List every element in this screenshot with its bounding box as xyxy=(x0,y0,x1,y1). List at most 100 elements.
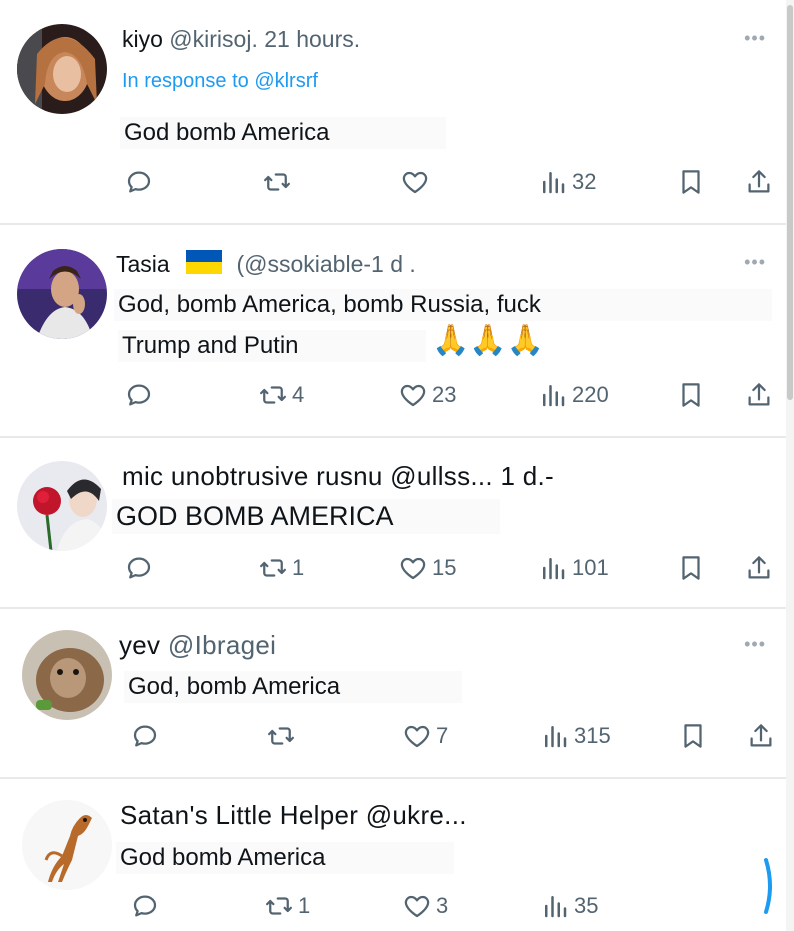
bookmark-button[interactable] xyxy=(676,166,706,198)
views-button[interactable]: 101 xyxy=(538,552,609,584)
like-button[interactable]: 23 xyxy=(398,379,456,411)
display-name[interactable]: Tasia xyxy=(116,251,170,277)
bookmark-button[interactable] xyxy=(676,379,706,411)
retweet-button[interactable]: 1 xyxy=(264,890,310,922)
share-icon xyxy=(748,556,770,579)
ukraine-flag-icon xyxy=(186,250,223,274)
retweet-count: 1 xyxy=(298,893,311,918)
display-name[interactable]: mic unobtrusive rusnu xyxy=(122,461,383,491)
more-options-icon[interactable]: ••• xyxy=(744,252,766,273)
like-button[interactable] xyxy=(400,166,434,198)
reply-button[interactable] xyxy=(124,379,158,411)
views-button[interactable]: 220 xyxy=(538,379,609,411)
retweet-icon xyxy=(266,897,292,915)
views-count: 220 xyxy=(572,382,609,407)
views-button[interactable]: 315 xyxy=(540,720,611,752)
reply-button[interactable] xyxy=(124,552,158,584)
bookmark-icon xyxy=(682,170,700,194)
like-button[interactable]: 3 xyxy=(402,890,448,922)
divider xyxy=(0,607,786,609)
user-handle[interactable]: @Ibragei xyxy=(168,630,276,660)
reply-icon xyxy=(127,171,151,193)
reply-button[interactable] xyxy=(130,890,164,922)
more-options-icon[interactable]: ••• xyxy=(744,28,766,49)
tweet-1[interactable]: kiyo @kirisoj. 21 hours. ••• In response… xyxy=(0,0,786,225)
retweet-button[interactable]: 1 xyxy=(258,552,304,584)
like-icon xyxy=(400,384,426,407)
user-handle[interactable]: @kirisoj xyxy=(169,26,251,52)
tweet-2[interactable]: Tasia (@ssokiable-1 d . ••• God, bomb Am… xyxy=(0,226,786,436)
like-icon xyxy=(400,557,426,580)
tweet-text: GOD BOMB AMERICA xyxy=(112,499,500,534)
scroll-indicator-icon[interactable] xyxy=(762,856,776,916)
pray-emoji: 🙏🙏🙏 xyxy=(432,324,545,357)
retweet-icon xyxy=(260,386,286,404)
more-options-icon[interactable]: ••• xyxy=(744,634,766,655)
retweet-button[interactable]: 4 xyxy=(258,379,304,411)
tweet-3[interactable]: mic unobtrusive rusnu @ullss... 1 d.- GO… xyxy=(0,439,786,607)
share-button[interactable] xyxy=(744,552,774,584)
avatar[interactable] xyxy=(17,24,107,114)
views-count: 315 xyxy=(574,723,611,748)
tweet-text-line2: Trump and Putin xyxy=(118,330,426,362)
bookmark-icon xyxy=(682,383,700,407)
timestamp[interactable]: . 21 hours. xyxy=(251,26,360,52)
retweet-count: 4 xyxy=(292,382,305,407)
retweet-icon xyxy=(264,173,290,191)
avatar[interactable] xyxy=(17,249,107,339)
bookmark-icon xyxy=(682,556,700,580)
avatar[interactable] xyxy=(22,800,112,890)
bookmark-button[interactable] xyxy=(676,552,706,584)
views-icon xyxy=(543,385,565,407)
share-icon xyxy=(748,383,770,406)
like-count: 7 xyxy=(436,723,449,748)
tweet-4[interactable]: yev @Ibragei ••• God, bomb America 7 315 xyxy=(0,610,786,778)
avatar[interactable] xyxy=(22,630,112,720)
like-button[interactable]: 15 xyxy=(398,552,456,584)
divider xyxy=(0,223,786,225)
tweet-header: kiyo @kirisoj. 21 hours. xyxy=(122,26,360,53)
like-icon xyxy=(404,725,430,748)
reply-context: In response to @klrsrf xyxy=(122,70,318,93)
reply-button[interactable] xyxy=(130,720,164,752)
like-count: 23 xyxy=(432,382,457,407)
bookmark-button[interactable] xyxy=(678,720,708,752)
scroll-thumb[interactable] xyxy=(787,5,793,400)
views-button[interactable]: 32 xyxy=(538,166,596,198)
reply-icon xyxy=(133,895,157,917)
retweet-icon xyxy=(260,559,286,577)
retweet-button[interactable] xyxy=(262,166,296,198)
display-name[interactable]: yev xyxy=(119,630,160,660)
display-name[interactable]: kiyo xyxy=(122,26,163,52)
reply-to-label: In response to xyxy=(122,70,249,92)
tweet-text-line1: God, bomb America, bomb Russia, fuck xyxy=(114,289,772,321)
scrollbar[interactable] xyxy=(786,0,794,931)
tweet-text: God bomb America xyxy=(120,117,446,149)
like-button[interactable]: 7 xyxy=(402,720,448,752)
like-count: 15 xyxy=(432,555,457,580)
share-button[interactable] xyxy=(746,720,776,752)
reply-to-handle[interactable]: @klrsrf xyxy=(254,70,318,92)
user-handle[interactable]: @ullss... 1 d.- xyxy=(390,461,554,491)
share-button[interactable] xyxy=(744,379,774,411)
views-icon xyxy=(543,558,565,580)
views-count: 35 xyxy=(574,893,599,918)
views-button[interactable]: 35 xyxy=(540,890,598,922)
avatar[interactable] xyxy=(17,461,107,551)
user-handle[interactable]: (@ssokiable-1 d . xyxy=(236,251,415,277)
like-icon xyxy=(404,895,430,918)
like-count: 3 xyxy=(436,893,449,918)
reply-icon xyxy=(127,384,151,406)
share-icon xyxy=(750,724,772,747)
retweet-button[interactable] xyxy=(266,720,300,752)
display-name[interactable]: Satan's Little Helper xyxy=(120,800,358,830)
tweet-5[interactable]: Satan's Little Helper @ukre... God bomb … xyxy=(0,780,786,931)
share-button[interactable] xyxy=(744,166,774,198)
tweet-header: yev @Ibragei xyxy=(119,630,276,661)
user-handle[interactable]: @ukre... xyxy=(366,800,467,830)
retweet-count: 1 xyxy=(292,555,305,580)
views-count: 101 xyxy=(572,555,609,580)
reply-icon xyxy=(133,725,157,747)
reply-button[interactable] xyxy=(124,166,158,198)
tweet-header: Tasia (@ssokiable-1 d . xyxy=(116,250,416,278)
